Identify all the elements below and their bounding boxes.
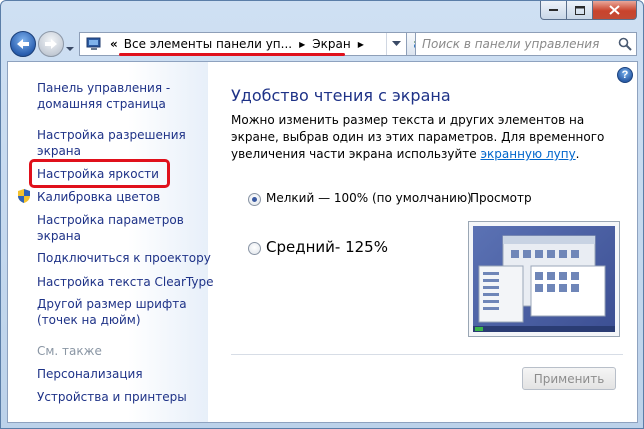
brightness-annotation-box [29, 159, 170, 188]
caption-buttons [540, 1, 637, 20]
chevron-down-icon [66, 47, 74, 51]
breadcrumb-item-screen[interactable]: Экран [312, 37, 350, 51]
sidebar-item-label: Подключиться к проектору [37, 251, 211, 265]
address-dropdown[interactable] [386, 33, 406, 55]
sidebar-item-display-settings[interactable]: Настройка параметров экрана [37, 212, 184, 244]
search-input[interactable]: Поиск в панели управления [415, 32, 637, 56]
shield-icon [18, 189, 30, 203]
breadcrumb-overflow[interactable]: « [110, 37, 118, 51]
divider [231, 354, 623, 355]
breadcrumb-separator-icon[interactable]: ▶ [358, 40, 364, 49]
help-button[interactable]: ? [617, 67, 633, 83]
apply-button[interactable]: Применить [522, 367, 616, 390]
size-medium-radio[interactable] [248, 242, 261, 255]
chevron-down-icon [392, 41, 401, 46]
forward-button[interactable] [38, 31, 64, 57]
control-panel-window: « Все элементы панели уп... ▶ Экран ▶ По… [0, 0, 644, 429]
minimize-icon [548, 9, 558, 11]
search-icon[interactable] [614, 33, 636, 55]
close-button[interactable] [593, 1, 637, 20]
maximize-icon [574, 5, 585, 15]
control-panel-icon [86, 37, 101, 50]
sidebar-item-personalization[interactable]: Персонализация [37, 366, 143, 382]
page-title: Удобство чтения с экрана [231, 86, 451, 105]
close-icon [609, 5, 620, 15]
preview-screen [473, 226, 615, 332]
sidebar-item-label: Панель управления - домашняя страница [37, 81, 171, 111]
preview-image [468, 221, 620, 337]
sidebar-item-color-calibration[interactable]: Калибровка цветов [37, 189, 160, 205]
breadcrumb: « Все элементы панели уп... ▶ Экран ▶ [110, 37, 371, 51]
back-button[interactable] [10, 31, 36, 57]
sidebar: Панель управления - домашняя страница На… [8, 62, 213, 422]
sidebar-item-cleartype[interactable]: Настройка текста ClearType [37, 274, 213, 290]
sidebar-item-label: Настройка параметров экрана [37, 213, 184, 243]
back-arrow-icon [17, 39, 29, 49]
navigation-bar: « Все элементы панели уп... ▶ Экран ▶ По… [7, 29, 637, 61]
magnifier-link[interactable]: экранную лупу [480, 147, 575, 161]
breadcrumb-separator-icon[interactable]: ▶ [299, 40, 305, 49]
preview-label: Просмотр [470, 191, 532, 205]
breadcrumb-item-all-items[interactable]: Все элементы панели уп... [124, 37, 292, 51]
minimize-button[interactable] [540, 1, 567, 20]
sidebar-item-resolution[interactable]: Настройка разрешения экрана [37, 127, 186, 159]
description-end: . [575, 147, 580, 161]
sidebar-item-label: Другой размер шрифта (точек на дюйм) [37, 297, 187, 327]
sidebar-item-dpi[interactable]: Другой размер шрифта (точек на дюйм) [37, 296, 187, 328]
address-annotation-underline [119, 53, 345, 56]
see-also-heading: См. также [37, 344, 102, 358]
size-medium-label[interactable]: Средний- 125% [266, 238, 388, 256]
preview-illustration [473, 235, 615, 332]
sidebar-item-label: Настройка разрешения экрана [37, 128, 186, 158]
search-placeholder: Поиск в панели управления [422, 37, 600, 51]
sidebar-item-projector[interactable]: Подключиться к проектору [37, 250, 211, 266]
content-area: Панель управления - домашняя страница На… [7, 61, 638, 423]
sidebar-item-label: Калибровка цветов [37, 190, 161, 204]
maximize-button[interactable] [567, 1, 593, 20]
size-small-label[interactable]: Мелкий — 100% (по умолчанию) [266, 191, 472, 205]
sidebar-item-home[interactable]: Панель управления - домашняя страница [37, 80, 170, 112]
sidebar-item-devices-printers[interactable]: Устройства и принтеры [37, 389, 187, 405]
sidebar-item-label: Настройка текста ClearType [37, 275, 214, 289]
recent-pages-dropdown[interactable] [65, 39, 75, 51]
sidebar-item-label: Устройства и принтеры [37, 390, 187, 404]
size-small-radio[interactable] [248, 193, 261, 206]
forward-arrow-icon [45, 39, 57, 49]
sidebar-item-label: Персонализация [37, 367, 143, 381]
page-description: Можно изменить размер текста и других эл… [231, 112, 621, 163]
